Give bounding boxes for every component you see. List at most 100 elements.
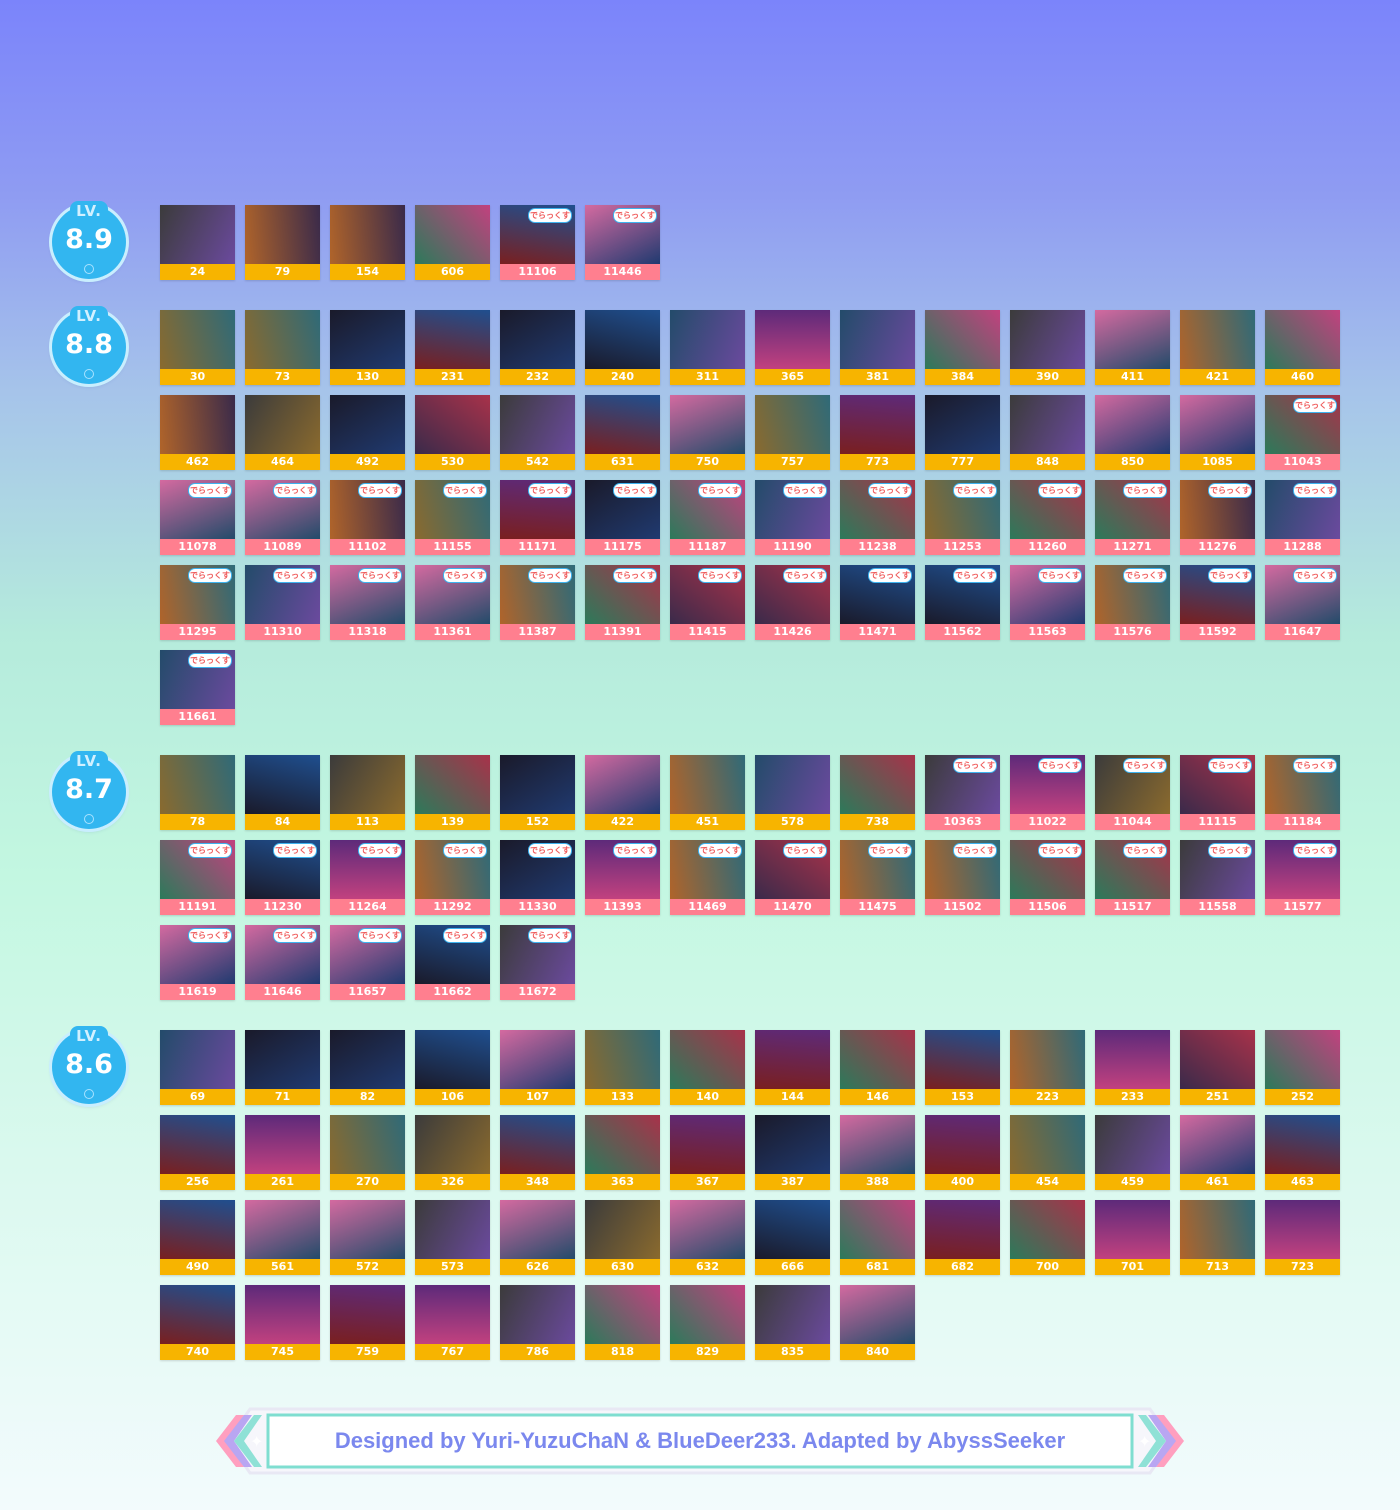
- song-tile[interactable]: 701: [1095, 1200, 1170, 1275]
- song-tile[interactable]: 388: [840, 1115, 915, 1190]
- song-tile[interactable]: 1085: [1180, 395, 1255, 470]
- song-tile[interactable]: でらっくす 11393: [585, 840, 660, 915]
- song-tile[interactable]: 130: [330, 310, 405, 385]
- song-tile[interactable]: 561: [245, 1200, 320, 1275]
- song-tile[interactable]: 146: [840, 1030, 915, 1105]
- song-tile[interactable]: でらっくす 11115: [1180, 755, 1255, 830]
- song-tile[interactable]: 631: [585, 395, 660, 470]
- song-tile[interactable]: でらっくす 10363: [925, 755, 1000, 830]
- song-tile[interactable]: 740: [160, 1285, 235, 1360]
- song-tile[interactable]: でらっくす 11475: [840, 840, 915, 915]
- song-tile[interactable]: 738: [840, 755, 915, 830]
- song-tile[interactable]: 542: [500, 395, 575, 470]
- song-tile[interactable]: でらっくす 11102: [330, 480, 405, 555]
- song-tile[interactable]: 773: [840, 395, 915, 470]
- song-tile[interactable]: でらっくす 11271: [1095, 480, 1170, 555]
- song-tile[interactable]: でらっくす 11292: [415, 840, 490, 915]
- song-tile[interactable]: でらっくす 11647: [1265, 565, 1340, 640]
- song-tile[interactable]: 106: [415, 1030, 490, 1105]
- song-tile[interactable]: でらっくす 11238: [840, 480, 915, 555]
- song-tile[interactable]: 384: [925, 310, 1000, 385]
- song-tile[interactable]: でらっくす 11043: [1265, 395, 1340, 470]
- song-tile[interactable]: 348: [500, 1115, 575, 1190]
- song-tile[interactable]: 848: [1010, 395, 1085, 470]
- song-tile[interactable]: 578: [755, 755, 830, 830]
- song-tile[interactable]: でらっくす 11044: [1095, 755, 1170, 830]
- song-tile[interactable]: 421: [1180, 310, 1255, 385]
- song-tile[interactable]: でらっくす 11577: [1265, 840, 1340, 915]
- song-tile[interactable]: でらっくす 11576: [1095, 565, 1170, 640]
- song-tile[interactable]: 231: [415, 310, 490, 385]
- song-tile[interactable]: でらっくす 11619: [160, 925, 235, 1000]
- song-tile[interactable]: 256: [160, 1115, 235, 1190]
- song-tile[interactable]: 261: [245, 1115, 320, 1190]
- song-tile[interactable]: でらっくす 11106: [500, 205, 575, 280]
- song-tile[interactable]: 240: [585, 310, 660, 385]
- song-tile[interactable]: 252: [1265, 1030, 1340, 1105]
- song-tile[interactable]: 630: [585, 1200, 660, 1275]
- song-tile[interactable]: 326: [415, 1115, 490, 1190]
- song-tile[interactable]: でらっくす 11230: [245, 840, 320, 915]
- song-tile[interactable]: 767: [415, 1285, 490, 1360]
- song-tile[interactable]: でらっくす 11310: [245, 565, 320, 640]
- song-tile[interactable]: でらっくす 11391: [585, 565, 660, 640]
- song-tile[interactable]: 835: [755, 1285, 830, 1360]
- song-tile[interactable]: でらっくす 11517: [1095, 840, 1170, 915]
- song-tile[interactable]: 152: [500, 755, 575, 830]
- song-tile[interactable]: でらっくす 11426: [755, 565, 830, 640]
- song-tile[interactable]: でらっくす 11502: [925, 840, 1000, 915]
- song-tile[interactable]: でらっくす 11470: [755, 840, 830, 915]
- song-tile[interactable]: 451: [670, 755, 745, 830]
- song-tile[interactable]: 666: [755, 1200, 830, 1275]
- song-tile[interactable]: 757: [755, 395, 830, 470]
- song-tile[interactable]: でらっくす 11387: [500, 565, 575, 640]
- song-tile[interactable]: 850: [1095, 395, 1170, 470]
- song-tile[interactable]: 400: [925, 1115, 1000, 1190]
- song-tile[interactable]: 626: [500, 1200, 575, 1275]
- song-tile[interactable]: 745: [245, 1285, 320, 1360]
- song-tile[interactable]: でらっくす 11592: [1180, 565, 1255, 640]
- song-tile[interactable]: でらっくす 11558: [1180, 840, 1255, 915]
- song-tile[interactable]: 232: [500, 310, 575, 385]
- song-tile[interactable]: 251: [1180, 1030, 1255, 1105]
- song-tile[interactable]: でらっくす 11276: [1180, 480, 1255, 555]
- song-tile[interactable]: 829: [670, 1285, 745, 1360]
- song-tile[interactable]: 632: [670, 1200, 745, 1275]
- song-tile[interactable]: 572: [330, 1200, 405, 1275]
- song-tile[interactable]: でらっくす 11471: [840, 565, 915, 640]
- song-tile[interactable]: でらっくす 11506: [1010, 840, 1085, 915]
- song-tile[interactable]: 144: [755, 1030, 830, 1105]
- song-tile[interactable]: でらっくす 11264: [330, 840, 405, 915]
- song-tile[interactable]: 270: [330, 1115, 405, 1190]
- song-tile[interactable]: でらっくす 11646: [245, 925, 320, 1000]
- song-tile[interactable]: 461: [1180, 1115, 1255, 1190]
- song-tile[interactable]: 78: [160, 755, 235, 830]
- song-tile[interactable]: 606: [415, 205, 490, 280]
- song-tile[interactable]: 490: [160, 1200, 235, 1275]
- song-tile[interactable]: でらっくす 11657: [330, 925, 405, 1000]
- song-tile[interactable]: でらっくす 11562: [925, 565, 1000, 640]
- song-tile[interactable]: 84: [245, 755, 320, 830]
- song-tile[interactable]: でらっくす 11361: [415, 565, 490, 640]
- song-tile[interactable]: 69: [160, 1030, 235, 1105]
- song-tile[interactable]: 700: [1010, 1200, 1085, 1275]
- song-tile[interactable]: でらっくす 11260: [1010, 480, 1085, 555]
- song-tile[interactable]: でらっくす 11672: [500, 925, 575, 1000]
- song-tile[interactable]: 459: [1095, 1115, 1170, 1190]
- song-tile[interactable]: 107: [500, 1030, 575, 1105]
- song-tile[interactable]: でらっくす 11191: [160, 840, 235, 915]
- song-tile[interactable]: でらっくす 11175: [585, 480, 660, 555]
- song-tile[interactable]: 422: [585, 755, 660, 830]
- song-tile[interactable]: 492: [330, 395, 405, 470]
- song-tile[interactable]: 387: [755, 1115, 830, 1190]
- song-tile[interactable]: 367: [670, 1115, 745, 1190]
- song-tile[interactable]: 30: [160, 310, 235, 385]
- song-tile[interactable]: 840: [840, 1285, 915, 1360]
- song-tile[interactable]: でらっくす 11078: [160, 480, 235, 555]
- song-tile[interactable]: 411: [1095, 310, 1170, 385]
- song-tile[interactable]: 365: [755, 310, 830, 385]
- song-tile[interactable]: でらっくす 11253: [925, 480, 1000, 555]
- song-tile[interactable]: でらっくす 11662: [415, 925, 490, 1000]
- song-tile[interactable]: 79: [245, 205, 320, 280]
- song-tile[interactable]: でらっくす 11318: [330, 565, 405, 640]
